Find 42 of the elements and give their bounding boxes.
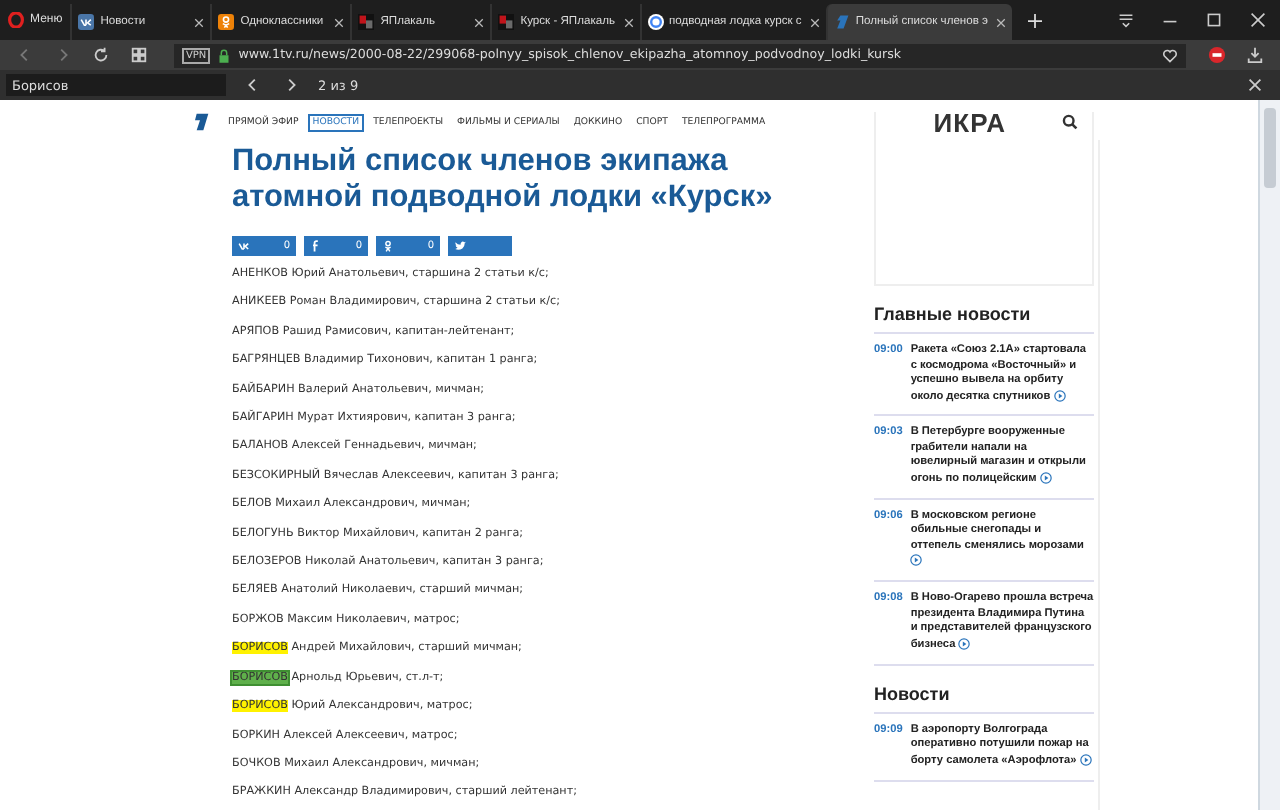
reload-icon[interactable] [92,46,110,64]
close-icon[interactable] [996,17,1006,27]
opera-logo-icon [8,12,24,28]
play-icon[interactable] [910,554,923,567]
tab-menu-icon[interactable] [1118,12,1134,28]
play-icon[interactable] [1079,753,1092,766]
close-icon[interactable] [1246,76,1264,94]
close-icon[interactable] [334,17,345,27]
facebook-icon [310,240,322,252]
close-icon[interactable] [474,17,485,27]
heart-icon[interactable] [1162,47,1178,63]
close-icon[interactable] [194,17,205,27]
close-icon[interactable] [809,17,820,27]
site-favicon-icon [647,14,663,30]
grid-icon[interactable] [130,46,148,64]
scrollbar[interactable] [1258,100,1280,810]
section-heading: Новости [874,665,1094,714]
ad-blocker-icon[interactable] [1208,46,1226,64]
section-heading: Главные новости [874,286,1094,334]
lock-icon [218,47,231,63]
site-favicon-icon [218,14,235,30]
share-button[interactable] [448,236,512,256]
site-favicon-icon [358,14,375,30]
play-icon[interactable] [1053,389,1066,401]
promo-title[interactable]: ИКРА [933,107,1006,137]
download-icon[interactable] [1246,46,1264,64]
site-favicon-icon [78,14,95,30]
site-favicon-icon [833,14,850,30]
twitter-icon [454,240,466,252]
search-icon[interactable] [1062,114,1078,130]
play-icon[interactable] [1039,471,1052,484]
close-icon[interactable] [1250,12,1266,28]
maximize-icon[interactable] [1206,12,1222,28]
new-tab-icon[interactable] [1028,13,1042,27]
channel-logo-icon[interactable] [190,112,210,132]
site-favicon-icon [498,14,515,30]
ok-icon [382,240,394,252]
close-icon[interactable] [623,17,633,27]
scrollbar-thumb[interactable] [1264,108,1276,188]
play-icon[interactable] [958,637,971,650]
vk-icon [238,240,250,252]
article-title: Полный список членов экипажа атомной подводной лодки «Курск» [232,144,775,216]
